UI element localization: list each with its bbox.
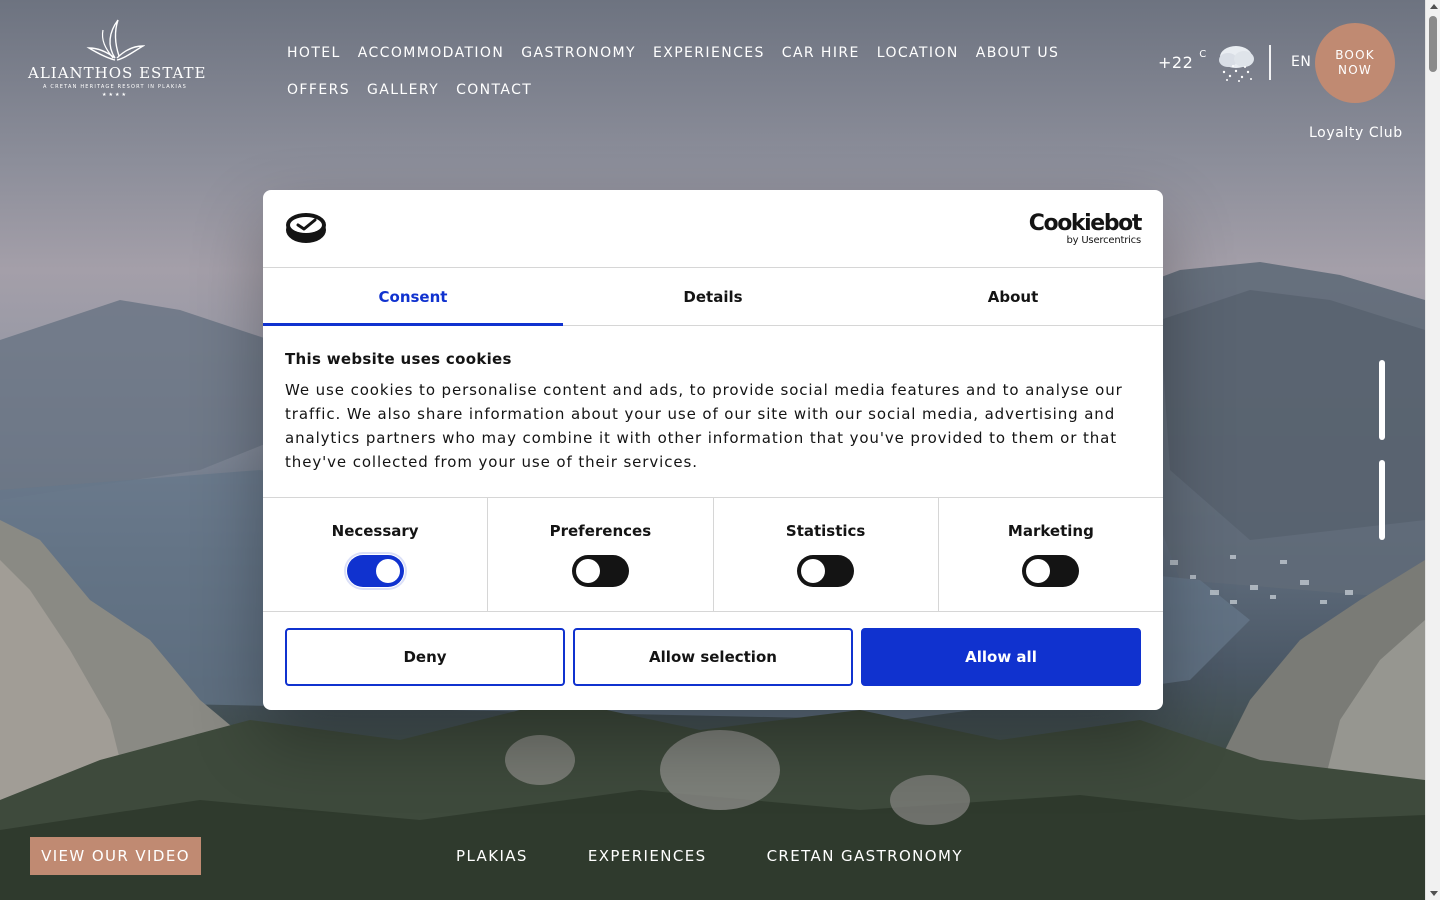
toggle-cell-preferences: Preferences [488,498,714,611]
dialog-header: Cookiebot by Usercentrics [263,190,1163,268]
cookie-consent-dialog: Cookiebot by Usercentrics Consent Detail… [263,190,1163,710]
scroll-up-arrow-icon[interactable] [1430,4,1438,9]
nav-item-gallery[interactable]: GALLERY [367,82,439,98]
loyalty-club-link[interactable]: Loyalty Club [1309,125,1403,141]
nav-item-experiences[interactable]: EXPERIENCES [653,45,765,61]
toggle-cell-marketing: Marketing [939,498,1163,611]
main-navigation: HOTEL ACCOMMODATION GASTRONOMY EXPERIENC… [287,34,1067,108]
toggle-label-necessary: Necessary [331,522,419,540]
nav-item-hotel[interactable]: HOTEL [287,45,341,61]
book-now-line2: NOW [1338,63,1372,77]
snow-cloud-icon [1219,46,1255,82]
alianthos-leaf-icon [86,19,145,61]
toggle-cell-necessary: Necessary [263,498,489,611]
weather-widget: +22 C [1158,40,1258,84]
toggle-label-marketing: Marketing [1007,522,1094,540]
book-now-button[interactable]: BOOK NOW [1315,23,1395,103]
deny-button[interactable]: Deny [285,628,565,686]
allow-selection-button[interactable]: Allow selection [573,628,853,686]
nav-item-contact[interactable]: CONTACT [456,82,532,98]
dialog-tabs: Consent Details About [263,268,1163,326]
nav-item-location[interactable]: LOCATION [877,45,959,61]
toggle-label-preferences: Preferences [549,522,652,540]
header-divider [1269,45,1271,80]
toggle-knob [575,559,600,583]
nav-item-car-hire[interactable]: CAR HIRE [782,45,860,61]
allow-all-button[interactable]: Allow all [861,628,1141,686]
temperature: +22 [1158,52,1194,72]
toggle-knob [1026,559,1051,583]
slider-indicator-1[interactable] [1379,360,1385,440]
logo-title: ALIANTHOS ESTATE [28,64,207,82]
dialog-buttons: Deny Allow selection Allow all [263,612,1163,702]
book-now-line1: BOOK [1335,48,1375,62]
nav-item-gastronomy[interactable]: GASTRONOMY [521,45,636,61]
cookiebot-name: Cookiebot [1028,211,1143,236]
logo-stars: ★★★★ [102,92,128,98]
cookiebot-brand[interactable]: Cookiebot by Usercentrics [1028,211,1143,246]
nav-row-1: HOTEL ACCOMMODATION GASTRONOMY EXPERIENC… [287,34,1067,71]
tab-about[interactable]: About [863,268,1163,325]
toggle-label-statistics: Statistics [785,522,866,540]
language-selector[interactable]: EN [1291,54,1311,70]
toggle-cell-statistics: Statistics [714,498,939,611]
logo-subtitle: A CRETAN HERITAGE RESORT IN PLAKIAS [42,84,188,90]
statistics-toggle[interactable] [797,555,855,587]
toggle-knob [375,559,400,583]
slider-indicator-2[interactable] [1379,460,1385,540]
tab-consent[interactable]: Consent [263,268,563,326]
dialog-description: We use cookies to personalise content an… [285,381,1123,471]
scroll-down-arrow-icon[interactable] [1430,891,1438,896]
preferences-toggle[interactable] [571,555,629,587]
bottom-link-plakias[interactable]: PLAKIAS [456,847,528,865]
scroll-thumb[interactable] [1429,16,1437,72]
dialog-body: This website uses cookies We use cookies… [263,326,1163,498]
nav-row-2: OFFERS GALLERY CONTACT [287,71,1067,108]
dialog-title: This website uses cookies [285,350,512,368]
bottom-link-experiences[interactable]: EXPERIENCES [588,847,707,865]
view-video-button[interactable]: VIEW OUR VIDEO [30,837,201,875]
consent-toggles: Necessary Preferences Statistics Marketi… [263,498,1163,612]
bottom-link-cretan-gastronomy[interactable]: CRETAN GASTRONOMY [767,847,963,865]
nav-item-about-us[interactable]: ABOUT US [976,45,1060,61]
cookiebot-by: by Usercentrics [1066,235,1141,246]
necessary-toggle[interactable] [346,555,404,587]
nav-item-offers[interactable]: OFFERS [287,82,350,98]
cookie-logo-icon [286,213,326,243]
bottom-links: PLAKIAS EXPERIENCES CRETAN GASTRONOMY [456,847,963,865]
site-logo[interactable]: ALIANTHOS ESTATE A CRETAN HERITAGE RESOR… [28,18,207,108]
tab-details[interactable]: Details [563,268,863,325]
temperature-unit: C [1199,48,1207,60]
marketing-toggle[interactable] [1022,555,1080,587]
nav-item-accommodation[interactable]: ACCOMMODATION [358,45,504,61]
toggle-knob [801,559,826,583]
page-scrollbar[interactable] [1425,0,1440,900]
